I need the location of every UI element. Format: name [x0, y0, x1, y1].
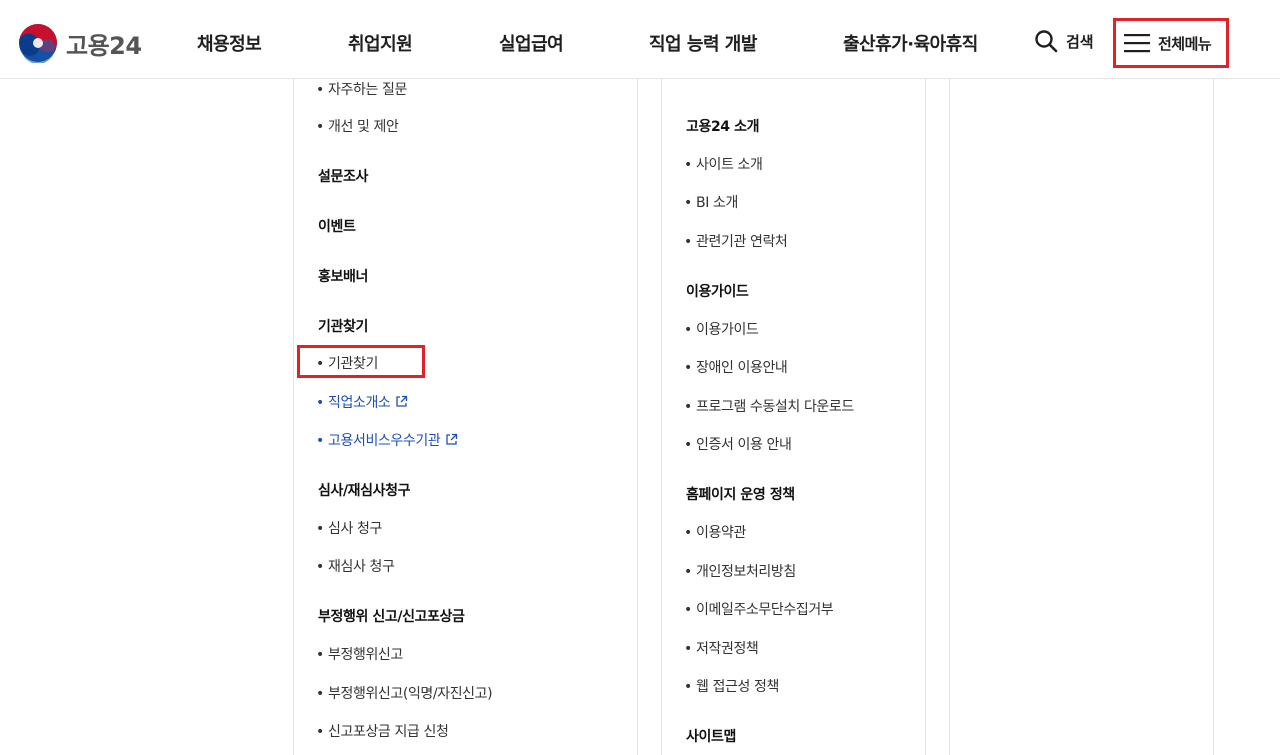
menu-review-request[interactable]: • 심사 청구 [316, 518, 382, 538]
menu-program-download[interactable]: • 프로그램 수동설치 다운로드 [684, 396, 854, 416]
nav-vocational-training[interactable]: 직업 능력 개발 [649, 30, 757, 56]
logo-text: 고용24 [66, 31, 142, 60]
menu-terms-of-use[interactable]: • 이용약관 [684, 522, 746, 542]
menu-fraud-report[interactable]: • 부정행위신고 [316, 644, 403, 664]
search-button[interactable]: 검색 [1034, 29, 1094, 53]
menu-bi-intro[interactable]: • BI 소개 [684, 192, 738, 212]
menu-faq[interactable]: • 자주하는 질문 [316, 79, 407, 99]
sitemap-column-about: 고용24 소개 • 사이트 소개 • BI 소개 • 관련기관 연락처 이용가이드 •… [661, 79, 926, 755]
link-excellent-employment-service[interactable]: • 고용서비스우수기관 [316, 430, 458, 450]
menu-email-collection-refusal[interactable]: • 이메일주소무단수집거부 [684, 599, 834, 619]
top-header: 고용24 채용정보 취업지원 실업급여 직업 능력 개발 출산휴가·육아휴직 검… [0, 0, 1280, 79]
menu-re-review-request[interactable]: • 재심사 청구 [316, 556, 395, 576]
nav-maternity-parental-leave[interactable]: 출산휴가·육아휴직 [843, 30, 978, 56]
menu-reward-application[interactable]: • 신고포상금 지급 신청 [316, 721, 449, 741]
menu-usage-guide[interactable]: • 이용가이드 [684, 319, 759, 339]
link-job-agency[interactable]: • 직업소개소 [316, 392, 408, 412]
sitemap-column-customer: • 자주하는 질문 • 개선 및 제안 설문조사 이벤트 홍보배너 기관찾기 • 기관… [293, 79, 638, 755]
section-site-policy[interactable]: 홈페이지 운영 정책 [686, 484, 795, 504]
hamburger-menu-icon [1124, 34, 1150, 53]
section-promo-banner[interactable]: 홍보배너 [318, 266, 368, 286]
section-sitemap[interactable]: 사이트맵 [686, 726, 736, 746]
menu-web-accessibility-policy[interactable]: • 웹 접근성 정책 [684, 676, 779, 696]
section-fraud-report[interactable]: 부정행위 신고/신고포상금 [318, 606, 465, 626]
search-label: 검색 [1066, 32, 1094, 51]
search-icon [1035, 30, 1058, 53]
menu-certificate-guide[interactable]: • 인증서 이용 안내 [684, 434, 792, 454]
all-menu-label: 전체메뉴 [1158, 34, 1212, 53]
section-survey[interactable]: 설문조사 [318, 166, 368, 186]
external-link-icon [446, 433, 458, 445]
section-find-agency[interactable]: 기관찾기 [318, 316, 368, 336]
nav-recruit-info[interactable]: 채용정보 [197, 30, 262, 56]
all-menu-button[interactable]: 전체메뉴 [1113, 18, 1229, 68]
section-usage-guide[interactable]: 이용가이드 [686, 281, 749, 301]
section-event[interactable]: 이벤트 [318, 216, 356, 236]
external-link-icon [396, 395, 408, 407]
site-logo[interactable]: 고용24 [18, 23, 142, 63]
section-review-request[interactable]: 심사/재심사청구 [318, 480, 410, 500]
nav-unemployment-benefit[interactable]: 실업급여 [499, 30, 564, 56]
menu-fraud-report-anonymous[interactable]: • 부정행위신고(익명/자진신고) [316, 683, 493, 703]
menu-site-intro[interactable]: • 사이트 소개 [684, 154, 763, 174]
menu-copyright-policy[interactable]: • 저작권정책 [684, 638, 759, 658]
menu-accessibility-guide[interactable]: • 장애인 이용안내 [684, 357, 788, 377]
menu-privacy-policy[interactable]: • 개인정보처리방침 [684, 561, 796, 581]
government-emblem-icon [19, 24, 57, 63]
menu-find-agency[interactable]: • 기관찾기 [316, 353, 378, 373]
menu-suggestions[interactable]: • 개선 및 제안 [316, 116, 399, 136]
sitemap-column-empty [949, 79, 1214, 755]
nav-employment-support[interactable]: 취업지원 [348, 30, 413, 56]
section-about-goyong24[interactable]: 고용24 소개 [686, 116, 759, 136]
menu-related-agency-contacts[interactable]: • 관련기관 연락처 [684, 231, 788, 251]
